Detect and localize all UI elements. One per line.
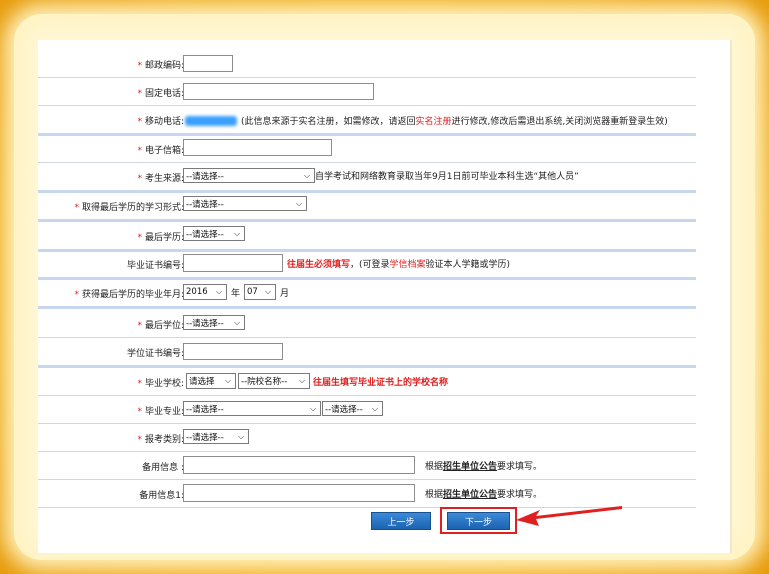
major-label: 毕业专业: (144, 407, 184, 417)
cert-no-required-note: 往届生必须填写 (287, 259, 351, 270)
row-backup: 备用信息 : 根据 招生单位公告 要求填写。 (38, 452, 696, 480)
school-region-select[interactable]: 请选择 ⌵ (186, 373, 236, 389)
email-label: 电子信箱: (144, 146, 184, 156)
chevron-down-icon: ⌵ (224, 375, 232, 385)
school-name-select[interactable]: --院校名称-- ⌵ (238, 373, 310, 389)
exam-type-label: 报考类别: (144, 435, 184, 445)
chevron-down-icon: ⌵ (264, 286, 272, 296)
degree-label: 最后学位: (144, 321, 184, 331)
chevron-down-icon: ⌵ (309, 403, 317, 413)
email-input[interactable] (183, 139, 332, 156)
chevron-down-icon: ⌵ (233, 228, 241, 238)
registration-form: * 邮政编码: * 固定电话: * 移动电话: (此信息来源于实名注册，如需修改，请返… (38, 40, 732, 553)
chevron-down-icon: ⌵ (233, 317, 241, 327)
backup-1-note-b: 要求填写。 (497, 489, 543, 500)
row-degree: * 最后学位: --请选择-- ⌵ (38, 310, 696, 338)
notice-link[interactable]: 招生单位公告 (443, 459, 497, 472)
next-step-button[interactable]: 下一步 (447, 512, 510, 530)
cert-no-note-b: 验证本人学籍或学历) (425, 259, 511, 270)
source-select[interactable]: --请选择-- ⌵ (183, 168, 315, 183)
school-note: 往届生填写毕业证书上的学校名称 (313, 377, 449, 388)
mobile-note-b: 进行修改,修改后需退出系统,关闭浏览器重新登录生效) (451, 117, 668, 127)
month-unit: 月 (280, 288, 290, 299)
row-postal: * 邮政编码: (38, 50, 696, 78)
source-note: 自学考试和网络教育录取当年9月1日前可毕业本科生选“其他人员” (315, 172, 579, 182)
education-select[interactable]: --请选择-- ⌵ (183, 226, 245, 241)
education-label: 最后学历: (144, 233, 184, 243)
chevron-down-icon: ⌵ (215, 286, 223, 296)
cert-no-label: 毕业证书编号: (126, 261, 184, 271)
cert-no-note-a: ，(可登录 (350, 259, 390, 270)
school-label: 毕业学校: (144, 379, 184, 389)
row-source: * 考生来源: --请选择-- ⌵ 自学考试和网络教育录取当年9月1日前可毕业本科生… (38, 163, 696, 193)
exam-type-select[interactable]: --请选择-- ⌵ (183, 429, 249, 444)
backup-input[interactable] (183, 456, 415, 474)
postal-label: 邮政编码: (144, 61, 184, 71)
mobile-number-redacted (185, 115, 237, 126)
row-exam-type: * 报考类别: --请选择-- ⌵ (38, 424, 696, 452)
backup-1-label: 备用信息1: (139, 491, 184, 501)
row-school: * 毕业学校: 请选择 ⌵ --院校名称-- ⌵ 往届生填写毕业证书上的学校名称 (38, 368, 696, 396)
phone-input[interactable] (183, 83, 374, 100)
degree-no-input[interactable] (183, 343, 283, 360)
backup-1-note-a: 根据 (425, 489, 444, 500)
postal-code-input[interactable] (183, 55, 233, 72)
grad-year-select[interactable]: 2016 ⌵ (183, 284, 227, 300)
major-category-select[interactable]: --请选择-- ⌵ (183, 401, 321, 416)
row-phone: * 固定电话: (38, 78, 696, 106)
row-degree-no: 学位证书编号: (38, 338, 696, 368)
row-education: * 最后学历: --请选择-- ⌵ (38, 222, 696, 252)
row-cert-no: 毕业证书编号: 往届生必须填写 ，(可登录 学信档案 验证本人学籍或学历) (38, 250, 696, 280)
row-study-form: * 取得最后学历的学习形式: --请选择-- ⌵ (38, 192, 696, 222)
backup-note-b: 要求填写。 (497, 461, 543, 472)
row-email: * 电子信箱: (38, 135, 696, 163)
degree-no-label: 学位证书编号: (126, 349, 184, 359)
chevron-down-icon: ⌵ (298, 375, 306, 385)
study-form-label: 取得最后学历的学习形式: (81, 203, 184, 213)
major-select[interactable]: --请选择-- ⌵ (322, 401, 383, 416)
notice-link[interactable]: 招生单位公告 (443, 487, 497, 500)
year-unit: 年 (231, 288, 241, 299)
chevron-down-icon: ⌵ (237, 431, 245, 441)
backup-label: 备用信息 : (142, 463, 184, 473)
backup-1-input[interactable] (183, 484, 415, 502)
red-arrow-icon (516, 506, 622, 526)
grad-date-label: 获得最后学历的毕业年月: (81, 290, 184, 300)
mobile-note-a: (此信息来源于实名注册，如需修改，请返回 (241, 117, 416, 127)
cert-no-input[interactable] (183, 254, 283, 272)
row-grad-date: * 获得最后学历的毕业年月: 2016 ⌵ 年 07 ⌵ 月 (38, 279, 696, 309)
chevron-down-icon: ⌵ (303, 170, 311, 180)
phone-label: 固定电话: (144, 89, 184, 99)
xuexin-link[interactable]: 学信档案 (390, 257, 426, 270)
chevron-down-icon: ⌵ (295, 198, 303, 208)
degree-select[interactable]: --请选择-- ⌵ (183, 315, 245, 330)
backup-note-a: 根据 (425, 461, 444, 472)
source-label: 考生来源: (144, 174, 184, 184)
row-major: * 毕业专业: --请选择-- ⌵ --请选择-- ⌵ (38, 396, 696, 424)
study-form-select[interactable]: --请选择-- ⌵ (183, 196, 307, 211)
grad-month-select[interactable]: 07 ⌵ (244, 284, 277, 300)
row-mobile: * 移动电话: (此信息来源于实名注册，如需修改，请返回 实名注册 进行修改,修改… (38, 106, 696, 136)
real-name-link[interactable]: 实名注册 (416, 114, 452, 127)
prev-step-button[interactable]: 上一步 (371, 512, 431, 530)
chevron-down-icon: ⌵ (371, 403, 379, 413)
mobile-label: 移动电话: (144, 117, 184, 127)
